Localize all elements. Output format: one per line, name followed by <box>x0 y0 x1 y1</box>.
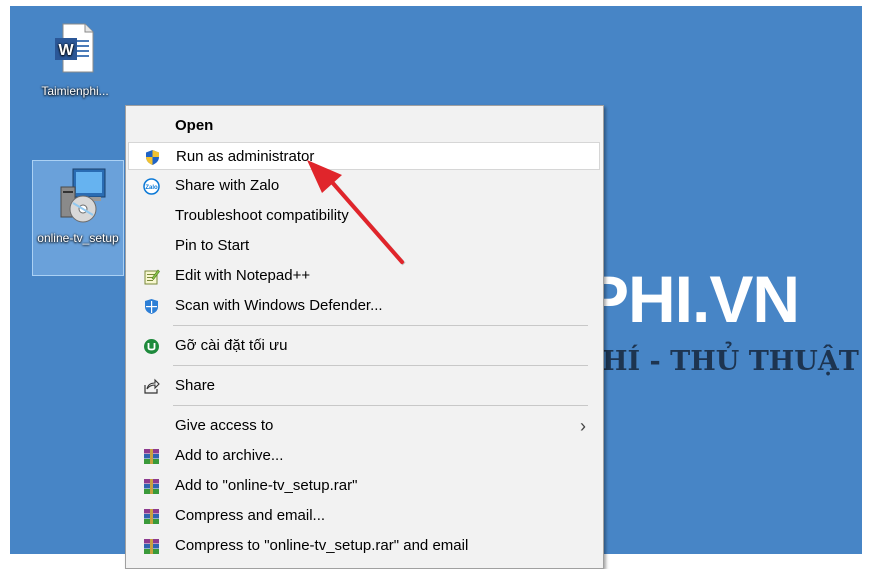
red-annotation-arrow <box>307 160 406 266</box>
